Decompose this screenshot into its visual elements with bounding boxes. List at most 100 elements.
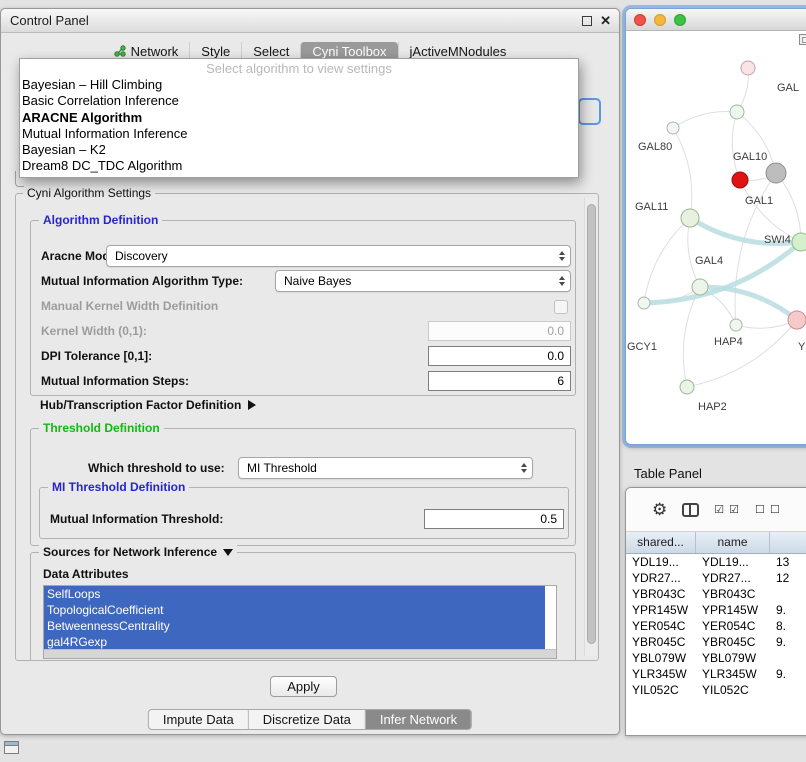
tab-discretize-data[interactable]: Discretize Data xyxy=(248,710,365,729)
column-header-shared-name[interactable]: shared... xyxy=(626,532,696,553)
settings-scrollbar-thumb[interactable] xyxy=(587,204,596,644)
updown-arrows-icon xyxy=(559,276,565,286)
node-label: GAL1 xyxy=(745,195,773,207)
network-node[interactable] xyxy=(792,233,806,251)
apply-button[interactable]: Apply xyxy=(270,676,337,697)
table-row[interactable]: YPR145WYPR145W9. xyxy=(626,602,806,618)
tab-infer-network[interactable]: Infer Network xyxy=(365,710,471,729)
network-edge xyxy=(673,111,737,128)
network-node[interactable] xyxy=(732,172,748,188)
table-cell: 12 xyxy=(770,570,806,586)
table-row[interactable]: YBR045CYBR045C9. xyxy=(626,634,806,650)
node-label: GCY1 xyxy=(627,341,657,353)
network-node[interactable] xyxy=(730,105,744,119)
tab-label: Select xyxy=(253,44,289,59)
column-header-name[interactable]: name xyxy=(696,532,770,553)
close-traffic-icon[interactable] xyxy=(634,14,646,26)
traffic-lights xyxy=(634,14,686,26)
table-cell: YER054C xyxy=(696,618,770,634)
close-window-icon[interactable]: ✕ xyxy=(600,14,611,27)
table-row[interactable]: YBL079WYBL079W xyxy=(626,650,806,666)
table-cell: YDR27... xyxy=(626,570,696,586)
minimize-traffic-icon[interactable] xyxy=(654,14,666,26)
table-cell xyxy=(770,682,806,698)
focused-button-fragment[interactable] xyxy=(578,98,601,125)
table-toolbar: ⚙ ☑ ☑ ☐ ☐ xyxy=(626,488,806,532)
network-node[interactable] xyxy=(681,209,699,227)
which-threshold-select[interactable]: MI Threshold xyxy=(238,457,533,479)
algorithm-option[interactable]: Bayesian – K2 xyxy=(20,142,578,158)
desktop: Control Panel ✕ Network Style xyxy=(0,0,806,762)
table-cell: YDR27... xyxy=(696,570,770,586)
list-horizontal-scrollbar[interactable] xyxy=(44,649,556,658)
attribute-item[interactable]: SelfLoops xyxy=(44,586,545,602)
network-edge xyxy=(732,112,740,180)
algorithm-option[interactable]: ARACNE Algorithm xyxy=(20,110,578,126)
hub-definition-section-header[interactable]: Hub/Transcription Factor Definition xyxy=(40,398,256,412)
network-edge xyxy=(644,218,690,303)
algorithm-option[interactable]: Mutual Information Inference xyxy=(20,126,578,142)
attribute-item[interactable]: BetweennessCentrality xyxy=(44,618,545,634)
network-node[interactable] xyxy=(741,61,755,75)
hub-definition-label: Hub/Transcription Factor Definition xyxy=(40,398,241,412)
network-node[interactable] xyxy=(680,380,694,394)
table-row[interactable]: YER054CYER054C8. xyxy=(626,618,806,634)
columns-icon[interactable] xyxy=(682,503,699,517)
table-cell: 9. xyxy=(770,602,806,618)
sources-section-header[interactable]: Sources for Network Inference xyxy=(39,545,237,559)
mi-algorithm-type-select[interactable]: Naive Bayes xyxy=(275,270,571,292)
table-cell: YLR345W xyxy=(626,666,696,682)
network-node[interactable] xyxy=(638,297,650,309)
aracne-mode-select[interactable]: Discovery xyxy=(106,245,571,267)
network-window-titlebar[interactable] xyxy=(626,9,806,31)
gear-icon[interactable]: ⚙ xyxy=(652,501,667,518)
network-node[interactable] xyxy=(667,122,679,134)
dpi-tolerance-field[interactable] xyxy=(428,346,571,366)
collapsed-panel-icon[interactable] xyxy=(4,741,19,754)
mi-steps-label: Mutual Information Steps: xyxy=(41,374,189,388)
attribute-item[interactable]: gal4RGexp xyxy=(44,634,545,650)
network-canvas[interactable]: GALGAL80GAL10GAL11GAL1SWI4GAL4GCY1HAP4HA… xyxy=(626,31,806,445)
mi-threshold-group: MI Threshold Definition Mutual Informati… xyxy=(39,487,569,539)
tab-impute-data[interactable]: Impute Data xyxy=(149,710,248,729)
tab-label: Style xyxy=(201,44,230,59)
network-edge xyxy=(687,320,797,387)
mi-algorithm-type-value: Naive Bayes xyxy=(284,274,351,288)
table-cell xyxy=(770,650,806,666)
network-node[interactable] xyxy=(788,311,806,329)
table-header: shared... name xyxy=(626,532,806,554)
birdseye-toggle-icon[interactable] xyxy=(799,34,806,45)
mi-steps-field[interactable] xyxy=(428,371,571,391)
algorithm-definition-title: Algorithm Definition xyxy=(39,213,162,227)
node-label: GAL4 xyxy=(695,255,723,267)
window-buttons: ✕ xyxy=(582,14,611,27)
algorithm-option[interactable]: Bayesian – Hill Climbing xyxy=(20,77,578,93)
network-node[interactable] xyxy=(730,319,742,331)
table-row[interactable]: YIL052CYIL052C xyxy=(626,682,806,698)
deselect-all-checkboxes-icon[interactable]: ☐ ☐ xyxy=(755,503,781,516)
control-panel-titlebar[interactable]: Control Panel ✕ xyxy=(1,9,619,33)
mi-threshold-group-title: MI Threshold Definition xyxy=(48,480,189,494)
network-edge xyxy=(688,218,700,287)
data-attributes-list[interactable]: SelfLoopsTopologicalCoefficientBetweenne… xyxy=(43,585,557,659)
float-window-icon[interactable] xyxy=(582,16,592,26)
table-row[interactable]: YDR27...YDR27...12 xyxy=(626,570,806,586)
aracne-mode-value: Discovery xyxy=(115,249,168,263)
network-node[interactable] xyxy=(766,163,786,183)
attribute-item[interactable]: TopologicalCoefficient xyxy=(44,602,545,618)
algorithm-option[interactable]: Basic Correlation Inference xyxy=(20,93,578,109)
select-all-checkboxes-icon[interactable]: ☑ ☑ xyxy=(714,503,740,516)
kernel-width-field[interactable] xyxy=(428,321,571,341)
zoom-traffic-icon[interactable] xyxy=(674,14,686,26)
manual-kernel-width-checkbox[interactable] xyxy=(554,300,568,314)
table-row[interactable]: YLR345WYLR345W9. xyxy=(626,666,806,682)
network-node[interactable] xyxy=(692,279,708,295)
mi-threshold-label: Mutual Information Threshold: xyxy=(50,512,223,526)
control-panel-window: Control Panel ✕ Network Style xyxy=(0,8,620,735)
mi-threshold-field[interactable] xyxy=(424,509,564,529)
algorithm-option[interactable]: Dream8 DC_TDC Algorithm xyxy=(20,158,578,174)
table-body: YDL19...YDL19...13YDR27...YDR27...12YBR0… xyxy=(626,554,806,698)
table-row[interactable]: YDL19...YDL19...13 xyxy=(626,554,806,570)
table-row[interactable]: YBR043CYBR043C xyxy=(626,586,806,602)
column-header-extra[interactable] xyxy=(770,532,806,553)
